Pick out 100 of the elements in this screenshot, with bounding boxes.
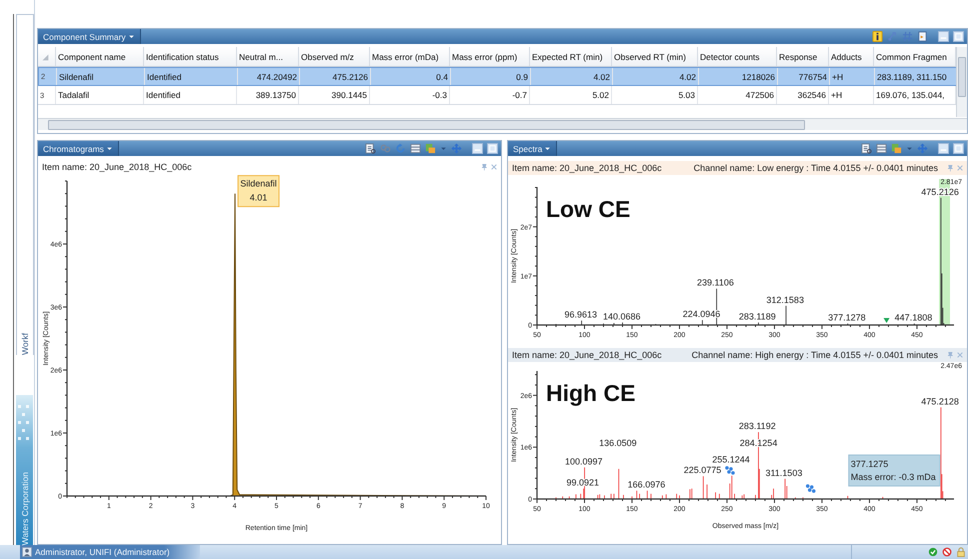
column-header[interactable]: Observed RT (min) (612, 47, 698, 66)
table-cell: 475.2126 (300, 68, 371, 85)
peak-tag (238, 175, 280, 208)
table-cell: Sildenafil (57, 68, 145, 85)
table-cell: 362546 (777, 86, 829, 104)
peak-label: 447.1808 (894, 312, 932, 323)
export-icon[interactable] (891, 143, 902, 154)
item-name: Item name: 20_June_2018_HC_006c (512, 163, 662, 173)
link-icon[interactable] (380, 143, 391, 154)
column-header[interactable]: Mass error (mDa) (370, 47, 450, 66)
peak-label: 255.1244 (712, 454, 750, 465)
panel-menu-button[interactable]: Component Summary (38, 29, 141, 44)
overlay-label: Low CE (546, 196, 630, 222)
peak-label: 136.0509 (599, 438, 637, 448)
column-header[interactable]: Response (777, 47, 829, 66)
column-header[interactable]: Observed m/z (299, 47, 370, 66)
export-icon[interactable] (425, 143, 436, 154)
restore-icon[interactable] (953, 143, 964, 154)
item-name: Item name: 20_June_2018_HC_006c (512, 350, 662, 360)
lock-icon[interactable] (956, 547, 966, 557)
hash-icon[interactable] (902, 31, 913, 42)
fragment-icon (806, 484, 816, 493)
blocked-icon[interactable] (942, 547, 952, 557)
callout-text: 377.1275 (850, 459, 888, 469)
table-cell: 4.02 (531, 68, 613, 85)
peak-label: 225.0775 (684, 465, 722, 476)
close-icon[interactable] (956, 351, 964, 359)
channel-name: Channel name: Low energy : Time 4.0155 +/- 0.0401 minutes (694, 163, 938, 173)
peak-label: 312.1583 (766, 294, 804, 305)
tag-text: Sildenafil (240, 178, 277, 189)
info-icon[interactable] (872, 31, 883, 42)
item-name: Item name: 20_June_2018_HC_006c (42, 162, 192, 172)
column-header[interactable]: Component name (56, 47, 144, 66)
table-cell: 1218026 (699, 68, 778, 85)
list-icon[interactable] (861, 143, 872, 154)
peak-label: 166.0976 (628, 480, 666, 490)
minimize-icon[interactable] (938, 143, 949, 154)
table-cell: 474.20492 (238, 68, 300, 85)
table-cell: 5.03 (612, 86, 698, 104)
pin-icon[interactable] (946, 164, 954, 172)
column-header[interactable]: Detector counts (698, 47, 777, 66)
move-icon[interactable] (917, 143, 928, 154)
table-cell: 0.9 (451, 68, 531, 85)
column-header[interactable]: Neutral m... (237, 47, 299, 66)
corner-icon (40, 52, 50, 62)
minimize-icon[interactable] (472, 143, 483, 154)
move-icon[interactable] (451, 143, 462, 154)
close-icon[interactable] (956, 164, 964, 172)
column-header[interactable]: Mass error (ppm) (450, 47, 530, 66)
table-icon[interactable] (410, 143, 421, 154)
peak-label: 100.0997 (565, 456, 603, 466)
pin-icon[interactable] (946, 351, 954, 359)
column-header[interactable]: Expected RT (min) (530, 47, 612, 66)
table-cell: 472506 (698, 86, 777, 104)
user-icon[interactable] (22, 547, 32, 557)
table-cell: 776754 (778, 68, 830, 85)
table-cell: 390.1445 (299, 86, 370, 104)
panel-menu-button[interactable]: Spectra (508, 141, 558, 156)
peak-label: 283.1189 (738, 312, 776, 322)
peak-label: 140.0686 (602, 312, 640, 322)
check-icon[interactable] (928, 547, 938, 557)
panel-menu-button[interactable]: Chromatograms (38, 141, 119, 156)
peak-label: 311.1503 (765, 468, 802, 478)
table-cell: 5.02 (530, 86, 612, 104)
table-cell: Tadalafil (56, 86, 144, 104)
tag-icon[interactable] (887, 31, 898, 42)
table-cell: -0.3 (370, 86, 450, 104)
tag-text: 4.01 (250, 192, 268, 203)
scrollbar[interactable] (956, 47, 967, 117)
column-header[interactable]: Adducts (829, 47, 874, 66)
table-cell: 0.4 (371, 68, 451, 85)
minimize-icon[interactable] (938, 31, 949, 42)
pin-icon[interactable] (480, 163, 488, 171)
peak-label: 283.1192 (738, 421, 776, 432)
table-cell: Identified (145, 68, 238, 85)
peak-label: 475.2128 (921, 396, 959, 406)
column-header[interactable]: Identification status (144, 47, 237, 66)
channel-name: Channel name: High energy : Time 4.0155 +/- 0.0401 minutes (692, 350, 938, 360)
user-status: Administrator, UNIFI (Administrator) (35, 547, 170, 557)
table-icon[interactable] (876, 143, 887, 154)
overlay-label: High CE (546, 380, 636, 406)
close-icon[interactable] (490, 163, 498, 171)
brand-label: Waters Corporation (20, 470, 30, 545)
peak-label: 377.1278 (828, 312, 866, 323)
peak-label: 96.9613 (564, 310, 597, 320)
list-icon[interactable] (365, 143, 376, 154)
refresh-icon[interactable] (395, 143, 406, 154)
table-cell: Identified (144, 86, 237, 104)
document-icon[interactable] (917, 31, 928, 42)
fragment-icon (725, 466, 735, 475)
table-cell: +H (830, 68, 875, 85)
table-cell: +H (829, 86, 874, 104)
callout-text: Mass error: -0.3 mDa (850, 472, 936, 482)
scrollbar[interactable] (38, 118, 967, 130)
restore-icon[interactable] (487, 143, 498, 154)
table-cell: 4.02 (613, 68, 699, 85)
table-cell: -0.7 (450, 86, 530, 104)
peak-label: 239.1106 (697, 278, 734, 288)
restore-icon[interactable] (953, 31, 964, 42)
marker-icon (884, 318, 890, 323)
